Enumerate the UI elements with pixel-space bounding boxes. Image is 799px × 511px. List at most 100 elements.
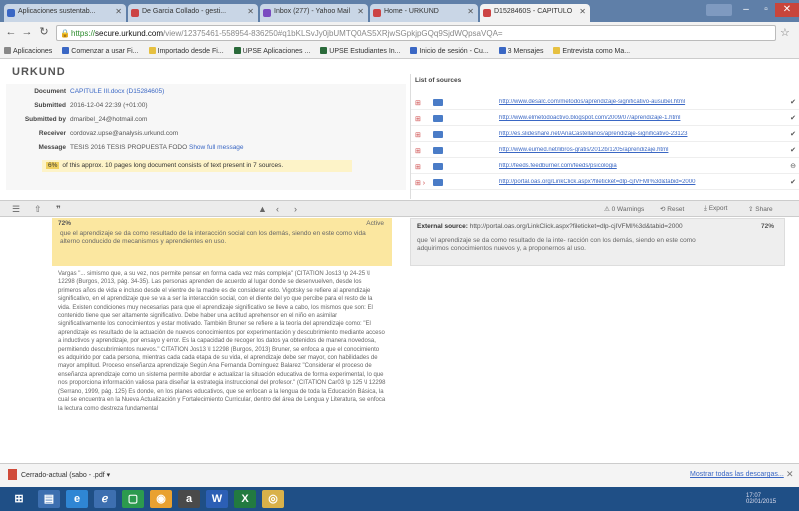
bookmark-item[interactable]: Entrevista como Ma... [549,44,634,55]
tab-5-active[interactable]: D1528460S - CAPITULO ✕ [480,4,590,22]
back-arrow-icon[interactable]: ← [4,25,18,39]
share-button[interactable]: ⇪ Share [748,205,773,213]
source-url[interactable]: http://portal.oas.org/LinkClick.aspx?fil… [499,179,779,185]
external-source-url[interactable]: http://portal.oas.org/LinkClick.aspx?fil… [470,223,683,230]
expand-icon[interactable]: ⊞ [415,99,421,107]
forward-arrow-icon[interactable]: → [20,25,34,39]
user-profile-button[interactable] [706,4,732,16]
media-player-icon[interactable]: ◉ [150,490,172,508]
url-scheme: https:// [71,29,96,38]
source-url[interactable]: http://www.eumed.net/libros-gratis/2012b… [499,147,779,153]
document-link[interactable]: CAPITULE III.docx (D15284605) [70,88,164,95]
expand-icon[interactable]: ⊞ [415,163,421,171]
address-bar[interactable]: 🔒 https://secure.urkund.com/view/1237546… [56,25,776,41]
minus-icon[interactable]: ⊖ [790,162,796,170]
browser-titlebar: Aplicaciones sustentab... ✕ De Garcia Co… [0,0,799,22]
maximize-icon[interactable]: ▫ [756,3,776,17]
source-document-pane: External source: http://portal.oas.org/L… [410,218,785,266]
close-icon[interactable]: ✕ [786,469,794,480]
close-icon[interactable]: ✕ [467,7,474,16]
clock[interactable]: 17:07 02/01/2015 [746,493,776,505]
show-all-downloads-link[interactable]: Mostrar todas las descargas... [690,471,784,478]
minimize-icon[interactable]: – [736,3,756,17]
source-type-icon [433,115,443,122]
tab-3[interactable]: Inbox (277) - Yahoo Mail ✕ [260,4,368,22]
bookmark-item[interactable]: 3 Mensajes [495,44,548,55]
pdf-file-icon [8,469,17,480]
windows-start-icon[interactable]: ⊞ [8,490,30,508]
bookmark-item[interactable]: Inicio de sesión - Cu... [406,44,492,55]
source-row[interactable]: ⊞ http://www.eumed.net/libros-gratis/201… [411,144,799,158]
window-close-icon[interactable]: ✕ [775,3,799,17]
bookmark-apps[interactable]: Aplicaciones [0,44,56,55]
expand-icon[interactable]: ⊞ [415,115,421,123]
expand-icon[interactable]: ⊞ [415,147,421,155]
file-explorer-icon[interactable]: ▤ [38,490,60,508]
document-body-text: Vargas "... simismo que, a su vez, nos p… [58,271,386,412]
match-percent: 72% [58,220,72,227]
internet-explorer-icon[interactable]: e [66,490,88,508]
bookmark-star-icon[interactable]: ☆ [780,26,790,39]
reload-icon[interactable]: ↻ [37,25,51,39]
tab-favicon-icon [131,9,139,17]
show-full-message-link[interactable]: Show full message [189,144,244,151]
bookmark-item[interactable]: UPSE Estudiantes In... [316,44,404,55]
close-icon[interactable]: ✕ [357,7,364,16]
right-arrow-icon[interactable]: › [294,204,297,214]
app-icon[interactable]: ▢ [122,490,144,508]
prev-match-icon[interactable]: ▲ [258,204,267,214]
close-icon[interactable]: ✕ [115,7,122,16]
left-arrow-icon[interactable]: ‹ [276,204,279,214]
checkmark-icon[interactable]: ✔ [790,98,796,106]
expand-icon[interactable]: ⊞ [415,131,421,139]
tab-label: Home - URKUND [384,8,439,15]
bookmark-favicon-icon [498,47,506,54]
status-badge: Active [366,220,384,227]
list-icon[interactable]: ☰ [12,204,20,215]
source-row[interactable]: ⊞ http://es.slideshare.net/AnaCastellano… [411,128,799,142]
close-icon[interactable]: ✕ [579,7,586,16]
checkmark-icon[interactable]: ✔ [790,130,796,138]
bookmark-item[interactable]: Comenzar a usar Fi... [58,44,142,55]
pdf-reader-icon[interactable]: ℯ [94,490,116,508]
checkmark-icon[interactable]: ✔ [790,178,796,186]
tab-favicon-icon [7,9,15,17]
word-icon[interactable]: W [206,490,228,508]
warnings-button[interactable]: ⚠ 0 Warnings [604,205,644,213]
checkmark-icon[interactable]: ✔ [790,114,796,122]
source-url[interactable]: http://es.slideshare.net/AnaCastellanos/… [499,131,779,137]
reset-button[interactable]: ⟲ Reset [660,205,684,213]
source-url[interactable]: http://www.elmetodoactivo.blogspot.com/2… [499,115,779,121]
up-arrow-icon[interactable]: ⇧ [34,204,42,215]
quote-icon[interactable]: ❞ [56,204,61,215]
checkmark-icon[interactable]: ✔ [790,146,796,154]
download-item[interactable]: Cerrado-actual (sabo - .pdf ▾ [8,469,110,480]
browser-toolbar: ← → ↻ 🔒 https://secure.urkund.com/view/1… [0,22,799,44]
source-url[interactable]: http://www.desalc.com/metodos/aprendizaj… [499,99,779,105]
tab-4[interactable]: Home - URKUND ✕ [370,4,478,22]
source-type-icon [433,147,443,154]
amazon-icon[interactable]: a [178,490,200,508]
source-url[interactable]: http://feeds.feedburner.com/feeds/psicol… [499,163,779,169]
source-row[interactable]: ⊞ http://feeds.feedburner.com/feeds/psic… [411,160,799,174]
clock-date: 02/01/2015 [746,499,777,505]
source-row-selected[interactable]: ⊞ › http://portal.oas.org/LinkClick.aspx… [411,176,799,190]
bookmark-item[interactable]: Importado desde Fi... [145,44,228,55]
close-icon[interactable]: ✕ [247,7,254,16]
bookmark-item[interactable]: UPSE Aplicaciones ... [230,44,315,55]
bookmarks-bar: Aplicaciones Comenzar a usar Fi... Impor… [0,44,799,59]
highlighted-match[interactable]: 72% Active que el aprendizaje se da como… [52,218,392,266]
source-row[interactable]: ⊞ http://www.elmetodoactivo.blogspot.com… [411,112,799,126]
highlight-text: que el aprendizaje se da como resultado … [60,230,366,245]
match-percent-badge: 6% [46,162,60,169]
download-shelf: Cerrado-actual (sabo - .pdf ▾ Mostrar to… [0,463,799,487]
expand-icon[interactable]: ⊞ › [415,179,425,187]
export-button[interactable]: ⤓ Export [704,205,727,213]
tab-favicon-icon [483,9,491,17]
external-source-text: que 'el aprendizaje se da como resultado… [417,237,696,252]
source-row[interactable]: ⊞ http://www.desalc.com/metodos/aprendiz… [411,96,799,110]
tab-2[interactable]: De Garcia Collado - gesti... ✕ [128,4,258,22]
tab-1[interactable]: Aplicaciones sustentab... ✕ [4,4,126,22]
excel-icon[interactable]: X [234,490,256,508]
chrome-icon[interactable]: ◎ [262,490,284,508]
